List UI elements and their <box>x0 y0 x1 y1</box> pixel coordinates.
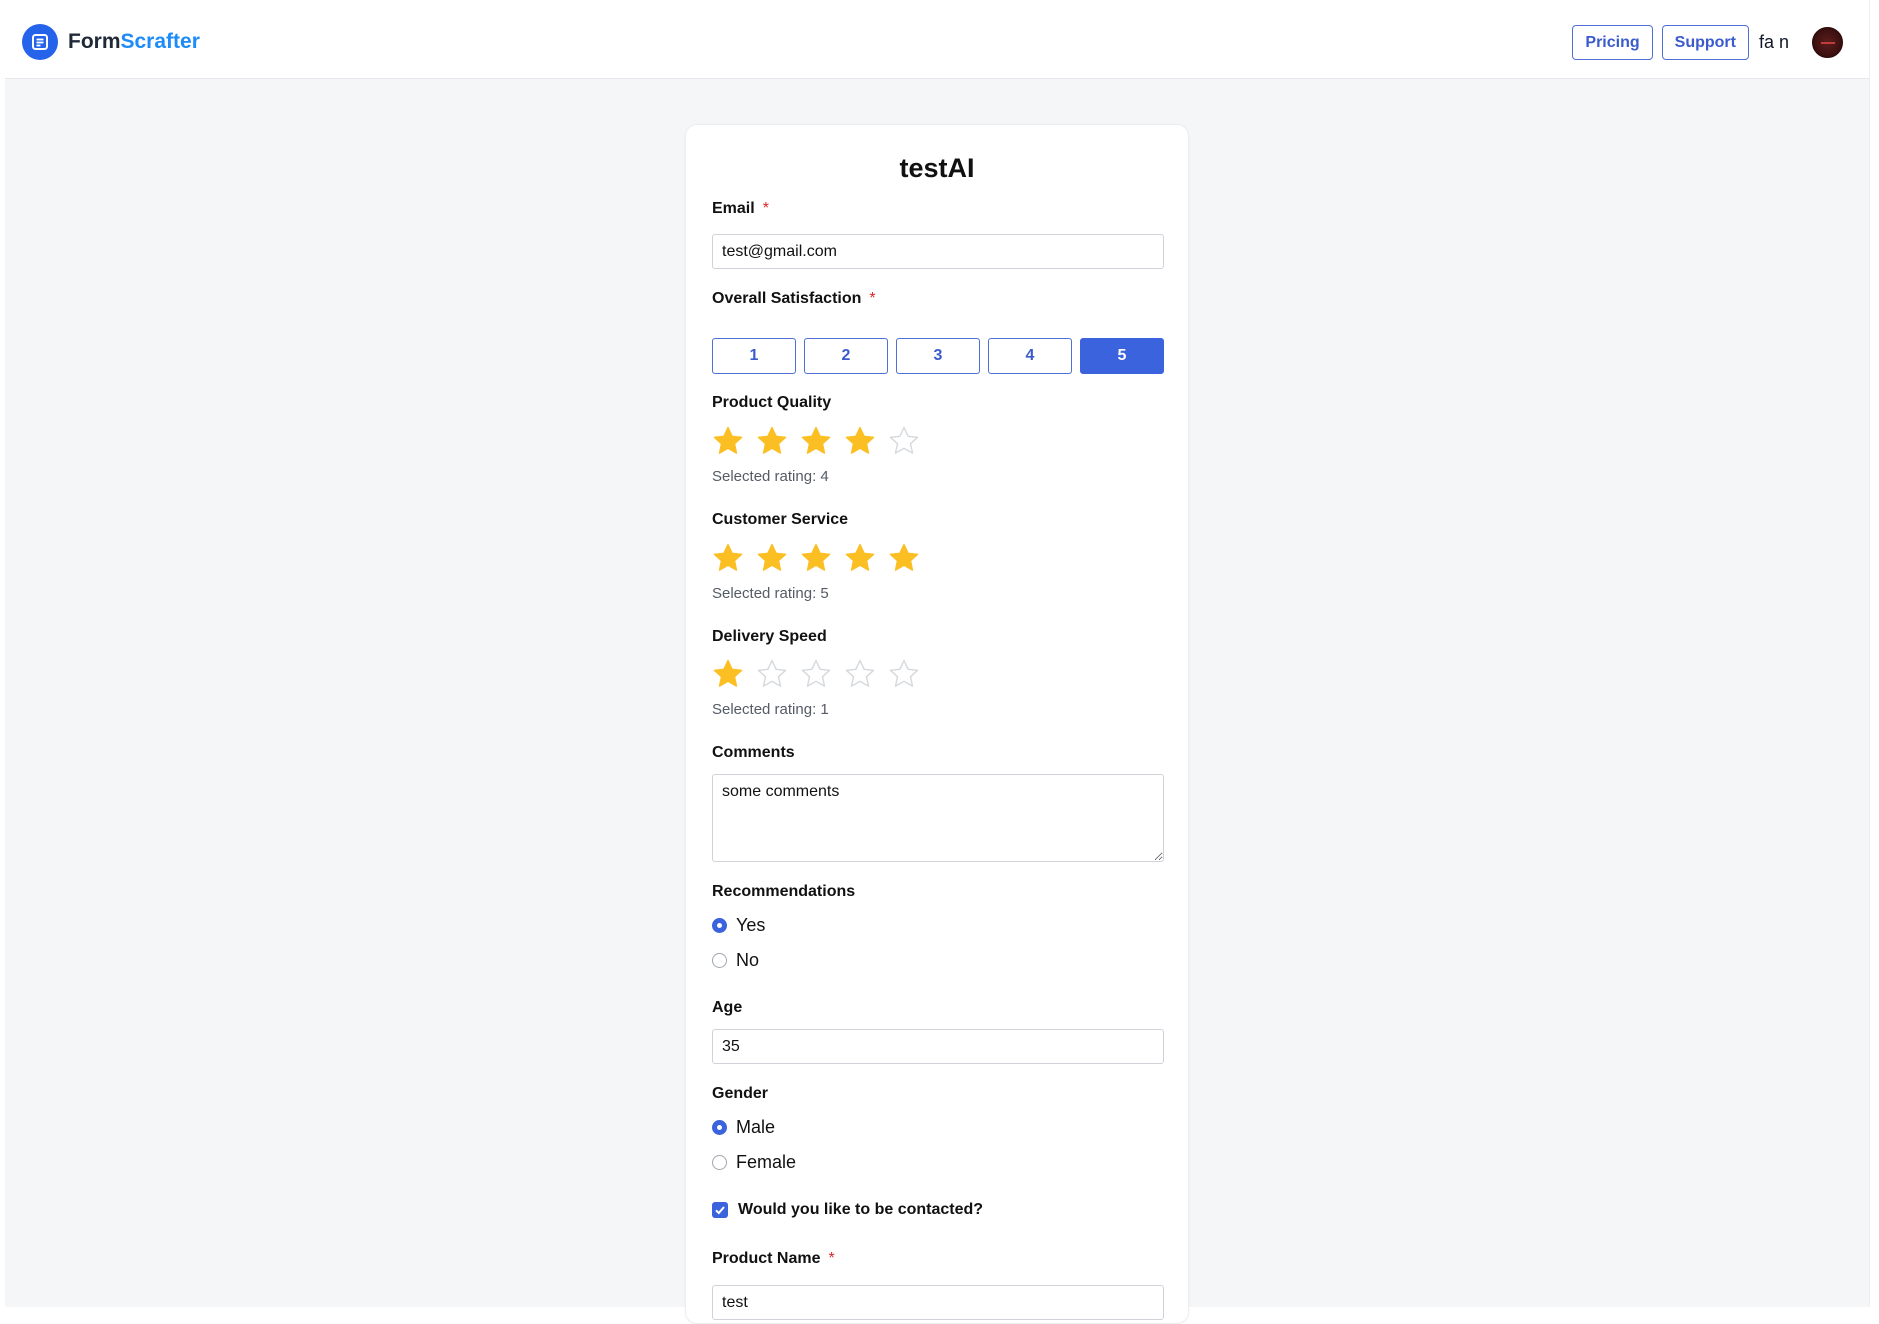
email-label: Email * <box>712 200 769 218</box>
product-quality-label: Product Quality <box>712 394 832 411</box>
scale-option-5[interactable]: 5 <box>1080 338 1164 374</box>
document-lines-icon <box>22 24 58 60</box>
recommendations-label: Recommendations <box>712 883 856 900</box>
avatar[interactable] <box>1812 27 1843 58</box>
star-filled-icon[interactable] <box>712 540 756 576</box>
user-name[interactable]: fa n <box>1759 32 1789 53</box>
scrollbar[interactable] <box>1869 0 1879 1307</box>
header-actions: Pricing Support fa n <box>1572 25 1843 60</box>
brand[interactable]: FormScrafter <box>22 24 200 60</box>
delivery-speed-stars <box>712 656 932 692</box>
email-label-text: Email <box>712 200 755 217</box>
satisfaction-scale: 1 2 3 4 5 <box>712 338 1164 374</box>
product-name-label: Product Name * <box>712 1250 835 1268</box>
support-button[interactable]: Support <box>1661 25 1749 60</box>
required-asterisk: * <box>869 290 876 307</box>
radio-label: No <box>736 950 760 970</box>
required-asterisk: * <box>828 1250 835 1267</box>
overall-satisfaction-label: Overall Satisfaction * <box>712 290 876 308</box>
customer-service-label: Customer Service <box>712 511 849 528</box>
radio-option-female[interactable]: Female <box>712 1152 796 1173</box>
radio-button[interactable] <box>712 918 727 933</box>
delivery-speed-label: Delivery Speed <box>712 628 827 645</box>
product-quality-stars <box>712 423 932 459</box>
star-filled-icon[interactable] <box>756 540 800 576</box>
gender-label: Gender <box>712 1085 769 1102</box>
radio-button[interactable] <box>712 1155 727 1170</box>
product-quality-note: Selected rating: 4 <box>712 468 829 485</box>
star-empty-icon[interactable] <box>888 423 932 459</box>
star-empty-icon[interactable] <box>888 656 932 692</box>
required-asterisk: * <box>762 200 769 217</box>
star-filled-icon[interactable] <box>712 423 756 459</box>
radio-label: Yes <box>736 915 766 935</box>
brand-name-part2: Scrafter <box>120 30 200 53</box>
contact-checkbox-row[interactable]: Would you like to be contacted? <box>712 1201 983 1219</box>
brand-name-part1: Form <box>68 30 121 53</box>
radio-label: Female <box>736 1152 797 1172</box>
product-name-label-text: Product Name <box>712 1250 821 1267</box>
star-filled-icon[interactable] <box>844 540 888 576</box>
customer-service-stars <box>712 540 932 576</box>
radio-option-male[interactable]: Male <box>712 1117 775 1138</box>
scale-option-2[interactable]: 2 <box>804 338 888 374</box>
brand-name: FormScrafter <box>68 30 200 54</box>
star-filled-icon[interactable] <box>800 423 844 459</box>
radio-option-no[interactable]: No <box>712 950 759 971</box>
overall-satisfaction-label-text: Overall Satisfaction <box>712 290 862 307</box>
radio-button[interactable] <box>712 953 727 968</box>
star-empty-icon[interactable] <box>800 656 844 692</box>
product-name-field[interactable] <box>712 1285 1164 1320</box>
top-navbar: FormScrafter Pricing Support fa n <box>5 0 1869 79</box>
comments-label: Comments <box>712 744 795 761</box>
radio-option-yes[interactable]: Yes <box>712 915 765 936</box>
star-filled-icon[interactable] <box>712 656 756 692</box>
radio-label: Male <box>736 1117 776 1137</box>
scale-option-1[interactable]: 1 <box>712 338 796 374</box>
form-title: testAI <box>899 153 975 183</box>
contact-checkbox[interactable] <box>712 1202 728 1218</box>
star-filled-icon[interactable] <box>756 423 800 459</box>
star-filled-icon[interactable] <box>844 423 888 459</box>
scale-option-4[interactable]: 4 <box>988 338 1072 374</box>
comments-textarea[interactable]: some comments <box>712 774 1164 862</box>
radio-button[interactable] <box>712 1120 727 1135</box>
email-field[interactable] <box>712 234 1164 269</box>
form-card: testAI Email * Overall Satisfaction * 1 2 … <box>685 124 1189 1324</box>
star-empty-icon[interactable] <box>844 656 888 692</box>
star-filled-icon[interactable] <box>888 540 932 576</box>
age-field[interactable] <box>712 1029 1164 1064</box>
customer-service-note: Selected rating: 5 <box>712 585 829 602</box>
age-label: Age <box>712 999 743 1016</box>
checkmark-icon <box>715 1206 725 1215</box>
star-filled-icon[interactable] <box>800 540 844 576</box>
pricing-button[interactable]: Pricing <box>1572 25 1653 60</box>
star-empty-icon[interactable] <box>756 656 800 692</box>
contact-checkbox-label: Would you like to be contacted? <box>738 1201 984 1218</box>
scale-option-3[interactable]: 3 <box>896 338 980 374</box>
delivery-speed-note: Selected rating: 1 <box>712 701 829 718</box>
